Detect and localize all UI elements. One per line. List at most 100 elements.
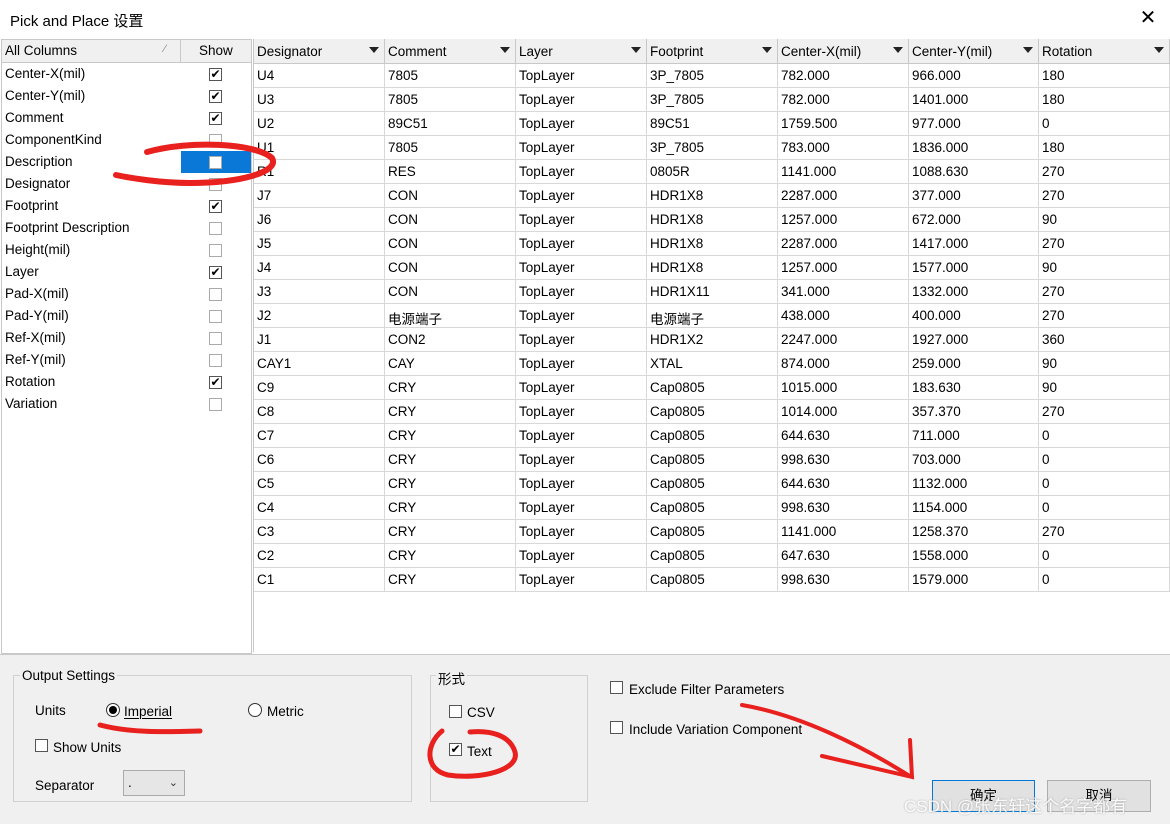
text-label[interactable]: Text — [467, 744, 492, 759]
column-item[interactable]: Center-X(mil) ✔ — [2, 63, 251, 85]
column-header-label: Layer — [519, 44, 553, 59]
filter-dropdown-icon[interactable] — [369, 47, 379, 53]
show-checkbox[interactable] — [209, 156, 222, 169]
column-item[interactable]: Designator — [2, 173, 251, 195]
table-row[interactable]: J3 CON TopLayer HDR1X11 341.000 1332.000 270 — [254, 280, 1170, 304]
table-row[interactable]: C4 CRY TopLayer Cap0805 998.630 1154.000 0 — [254, 496, 1170, 520]
column-item[interactable]: Layer ✔ — [2, 261, 251, 283]
column-item[interactable]: Height(mil) — [2, 239, 251, 261]
column-item[interactable]: ComponentKind — [2, 129, 251, 151]
table-cell: J5 — [254, 232, 385, 256]
table-row[interactable]: U3 7805 TopLayer 3P_7805 782.000 1401.000 180 — [254, 88, 1170, 112]
table-row[interactable]: C5 CRY TopLayer Cap0805 644.630 1132.000 0 — [254, 472, 1170, 496]
grid-column-header[interactable]: Center-X(mil) — [778, 39, 909, 63]
table-cell: 672.000 — [909, 208, 1039, 232]
show-checkbox[interactable] — [209, 288, 222, 301]
exclude-filter-label[interactable]: Exclude Filter Parameters — [629, 682, 784, 697]
show-checkbox[interactable]: ✔ — [209, 200, 222, 213]
all-columns-header[interactable]: All Columns — [5, 43, 77, 58]
grid-column-header[interactable]: Designator — [254, 39, 385, 63]
metric-radio[interactable] — [248, 703, 262, 717]
show-checkbox[interactable]: ✔ — [209, 90, 222, 103]
table-cell-text: 90 — [1042, 356, 1058, 371]
csv-label[interactable]: CSV — [467, 705, 495, 720]
table-row[interactable]: U2 89C51 TopLayer 89C51 1759.500 977.000 0 — [254, 112, 1170, 136]
grid-column-header[interactable]: Rotation — [1039, 39, 1170, 63]
column-item[interactable]: Comment ✔ — [2, 107, 251, 129]
text-checkbox[interactable]: ✔ — [449, 743, 462, 756]
show-checkbox[interactable] — [209, 398, 222, 411]
csv-checkbox[interactable] — [449, 705, 462, 718]
grid-column-header[interactable]: Center-Y(mil) — [909, 39, 1039, 63]
table-row[interactable]: C6 CRY TopLayer Cap0805 998.630 703.000 0 — [254, 448, 1170, 472]
filter-dropdown-icon[interactable] — [893, 47, 903, 53]
table-cell-text: 977.000 — [912, 116, 961, 131]
table-row[interactable]: R1 RES TopLayer 0805R 1141.000 1088.630 270 — [254, 160, 1170, 184]
table-row[interactable]: U1 7805 TopLayer 3P_7805 783.000 1836.000 180 — [254, 136, 1170, 160]
show-units-label[interactable]: Show Units — [53, 740, 121, 755]
column-item[interactable]: Ref-X(mil) — [2, 327, 251, 349]
table-row[interactable]: C9 CRY TopLayer Cap0805 1015.000 183.630 90 — [254, 376, 1170, 400]
show-checkbox[interactable] — [209, 222, 222, 235]
column-item[interactable]: Description — [2, 151, 251, 173]
table-row[interactable]: J5 CON TopLayer HDR1X8 2287.000 1417.000 270 — [254, 232, 1170, 256]
column-item[interactable]: Ref-Y(mil) — [2, 349, 251, 371]
column-item[interactable]: Center-Y(mil) ✔ — [2, 85, 251, 107]
table-row[interactable]: J4 CON TopLayer HDR1X8 1257.000 1577.000 90 — [254, 256, 1170, 280]
column-item[interactable]: Pad-Y(mil) — [2, 305, 251, 327]
table-row[interactable]: C3 CRY TopLayer Cap0805 1141.000 1258.370 270 — [254, 520, 1170, 544]
filter-dropdown-icon[interactable] — [1023, 47, 1033, 53]
table-cell-text: Cap0805 — [650, 524, 705, 539]
grid-column-header[interactable]: Footprint — [647, 39, 778, 63]
show-checkbox[interactable] — [209, 134, 222, 147]
table-row[interactable]: C7 CRY TopLayer Cap0805 644.630 711.000 0 — [254, 424, 1170, 448]
show-checkbox[interactable] — [209, 332, 222, 345]
filter-dropdown-icon[interactable] — [500, 47, 510, 53]
column-item[interactable]: Footprint Description — [2, 217, 251, 239]
header-divider[interactable] — [180, 40, 181, 62]
table-row[interactable]: C2 CRY TopLayer Cap0805 647.630 1558.000 0 — [254, 544, 1170, 568]
filter-dropdown-icon[interactable] — [631, 47, 641, 53]
column-item[interactable]: Footprint ✔ — [2, 195, 251, 217]
show-checkbox[interactable] — [209, 244, 222, 257]
table-cell: 782.000 — [778, 88, 909, 112]
imperial-radio[interactable] — [106, 703, 120, 717]
include-variation-label[interactable]: Include Variation Component — [629, 722, 802, 737]
separator-select[interactable]: . ⌄ — [123, 770, 185, 796]
show-checkbox[interactable]: ✔ — [209, 266, 222, 279]
show-checkbox[interactable] — [209, 178, 222, 191]
metric-label[interactable]: Metric — [267, 704, 304, 719]
table-row[interactable]: C8 CRY TopLayer Cap0805 1014.000 357.370 270 — [254, 400, 1170, 424]
close-icon[interactable]: ✕ — [1136, 6, 1160, 30]
table-row[interactable]: J1 CON2 TopLayer HDR1X2 2247.000 1927.000 360 — [254, 328, 1170, 352]
table-cell: 1088.630 — [909, 160, 1039, 184]
filter-dropdown-icon[interactable] — [1154, 47, 1164, 53]
include-variation-checkbox[interactable] — [610, 721, 623, 734]
table-row[interactable]: C1 CRY TopLayer Cap0805 998.630 1579.000 0 — [254, 568, 1170, 592]
table-cell-text: CRY — [388, 500, 417, 515]
filter-dropdown-icon[interactable] — [762, 47, 772, 53]
imperial-label[interactable]: Imperial — [124, 704, 172, 719]
show-header[interactable]: Show — [199, 43, 233, 58]
table-row[interactable]: J6 CON TopLayer HDR1X8 1257.000 672.000 90 — [254, 208, 1170, 232]
show-checkbox[interactable]: ✔ — [209, 112, 222, 125]
show-checkbox[interactable] — [209, 310, 222, 323]
table-row[interactable]: J7 CON TopLayer HDR1X8 2287.000 377.000 270 — [254, 184, 1170, 208]
table-cell-text: J4 — [257, 260, 272, 275]
show-checkbox[interactable]: ✔ — [209, 376, 222, 389]
table-row[interactable]: CAY1 CAY TopLayer XTAL 874.000 259.000 90 — [254, 352, 1170, 376]
table-cell: TopLayer — [516, 256, 647, 280]
show-checkbox[interactable]: ✔ — [209, 68, 222, 81]
show-units-checkbox[interactable] — [35, 739, 48, 752]
table-row[interactable]: U4 7805 TopLayer 3P_7805 782.000 966.000 180 — [254, 64, 1170, 88]
grid-column-header[interactable]: Comment — [385, 39, 516, 63]
exclude-filter-checkbox[interactable] — [610, 681, 623, 694]
grid-column-header[interactable]: Layer — [516, 39, 647, 63]
table-row[interactable]: J2 电源端子 TopLayer 电源端子 438.000 400.000 270 — [254, 304, 1170, 328]
show-checkbox[interactable] — [209, 354, 222, 367]
column-item[interactable]: Pad-X(mil) — [2, 283, 251, 305]
table-cell-text: 1154.000 — [912, 500, 968, 515]
table-cell: TopLayer — [516, 232, 647, 256]
column-item[interactable]: Variation — [2, 393, 251, 415]
column-item[interactable]: Rotation ✔ — [2, 371, 251, 393]
